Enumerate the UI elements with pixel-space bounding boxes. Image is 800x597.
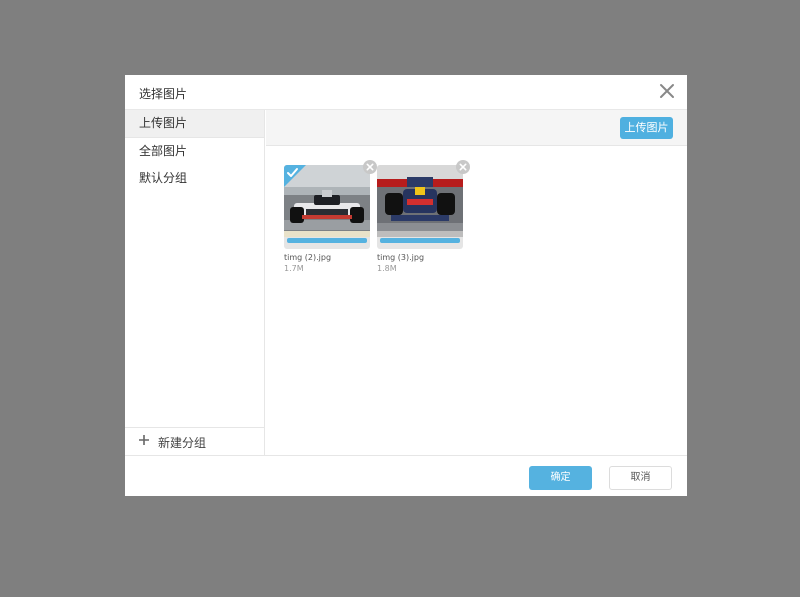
upload-progress-fill (287, 238, 367, 243)
sidebar: 上传图片 全部图片 默认分组 新建分组 (125, 110, 265, 455)
sidebar-item-upload[interactable]: 上传图片 (125, 110, 264, 138)
plus-icon (138, 434, 150, 446)
upload-progress-fill (380, 238, 460, 243)
remove-image-icon[interactable] (456, 159, 470, 174)
dialog-header: 选择图片 (125, 75, 687, 110)
confirm-button[interactable]: 确定 (529, 466, 592, 490)
upload-progress-bar (380, 238, 460, 243)
new-group-label: 新建分组 (158, 436, 207, 450)
sidebar-item-label: 上传图片 (139, 116, 188, 130)
sidebar-item-label: 全部图片 (139, 144, 188, 158)
image-filesize: 1.8M (377, 264, 397, 273)
cancel-button[interactable]: 取消 (609, 466, 672, 490)
select-image-dialog: 选择图片 上传图片 全部图片 默认分组 新建分组 上传图片 timg (2).j… (125, 75, 687, 496)
upload-image-button[interactable]: 上传图片 (620, 117, 673, 139)
close-icon[interactable] (659, 83, 675, 99)
image-filename: timg (2).jpg (284, 253, 332, 262)
upload-progress-bar (287, 238, 367, 243)
dialog-footer: 确定 取消 (125, 455, 687, 496)
sidebar-item-default-group[interactable]: 默认分组 (125, 165, 264, 192)
selected-check-icon (284, 165, 306, 187)
f1-car-image (284, 165, 370, 249)
dialog-title: 选择图片 (139, 87, 188, 101)
toolbar: 上传图片 (266, 110, 687, 146)
new-group-button[interactable]: 新建分组 (125, 427, 265, 455)
main-panel: 上传图片 timg (2).jpg 1.7M timg (3).jpg 1.8M (266, 110, 687, 455)
sidebar-item-label: 默认分组 (139, 171, 188, 185)
image-filesize: 1.7M (284, 264, 304, 273)
remove-image-icon[interactable] (363, 159, 377, 174)
image-filename: timg (3).jpg (377, 253, 425, 262)
f1-car-image (377, 165, 463, 249)
sidebar-item-all-images[interactable]: 全部图片 (125, 138, 264, 165)
